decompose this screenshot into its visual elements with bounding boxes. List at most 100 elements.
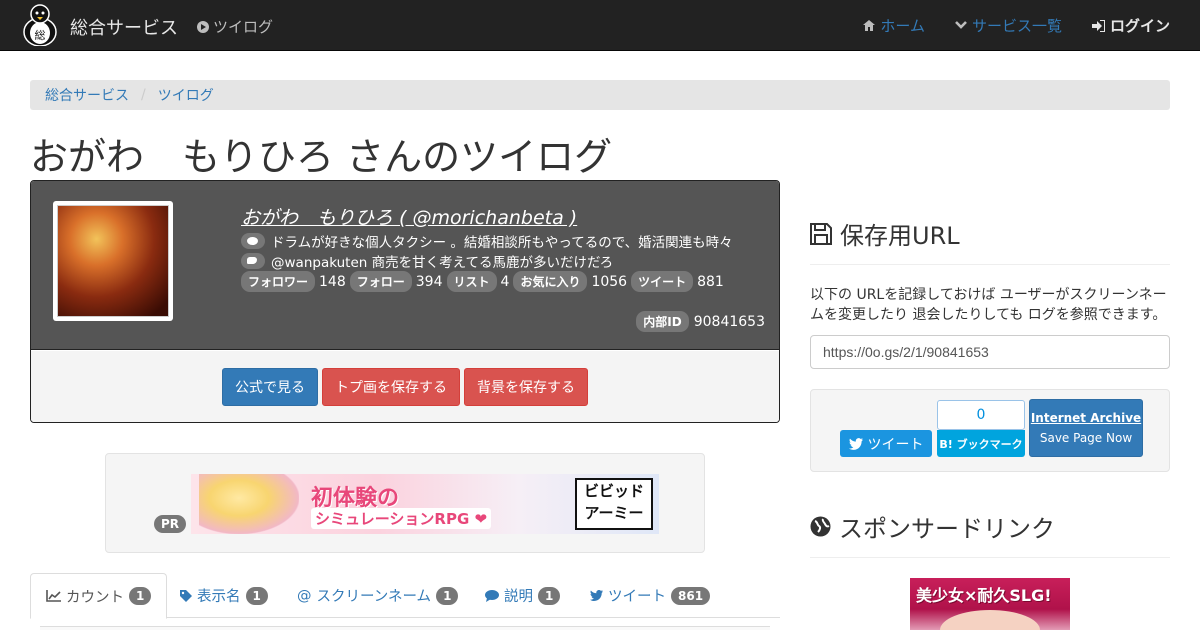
- ad-banner-logo: ビビッド アーミー: [575, 478, 653, 530]
- tab-screen-name-label: スクリーンネーム: [316, 589, 432, 605]
- tab-description-badge: 1: [538, 586, 561, 605]
- save-url-divider: [810, 264, 1170, 265]
- tab-count-badge: 1: [129, 587, 152, 605]
- profile-latest-tweet: @wanpakuten 商売を甘く考えてる馬鹿が多いだけだろ: [241, 251, 613, 271]
- save-url-heading: 保存用URL: [810, 216, 960, 251]
- log-tabs: カウント 1 表示名 1 @ スクリーンネーム 1 説明 1 ツイート 861: [30, 573, 780, 619]
- sponsor-heading: スポンサードリンク: [810, 509, 1055, 544]
- sidebar-ad-text: 美少女×耐久SLG!: [916, 586, 1052, 605]
- tab-screen-name-badge: 1: [436, 586, 459, 605]
- nav-tweetlog-link[interactable]: ツイログ: [197, 16, 273, 37]
- pr-badge: PR: [154, 515, 187, 533]
- pr-ad-box: PR 初体験の シミュレーションRPG ❤ ビビッド アーミー: [105, 453, 705, 553]
- count-table: [40, 626, 770, 630]
- comment-icon: [241, 233, 265, 249]
- sponsor-divider: [810, 557, 1170, 558]
- stat-following-label: フォロー: [349, 271, 412, 292]
- ad-banner-line2: シミュレーションRPG ❤: [311, 508, 492, 529]
- breadcrumb: 総合サービス / ツイログ: [30, 80, 1170, 110]
- floppy-disk-icon: [810, 222, 832, 245]
- nav-services-label: サービス一覧: [971, 17, 1062, 35]
- stat-favorites-value: 1056: [591, 273, 628, 290]
- tab-display-name-badge: 1: [245, 586, 268, 605]
- tab-screen-name[interactable]: @ スクリーンネーム 1: [282, 573, 473, 618]
- tag-icon: [180, 589, 192, 602]
- nav-services[interactable]: サービス一覧: [955, 15, 1062, 36]
- chevron-circle-right-icon: [197, 20, 209, 33]
- hatena-bookmark-button[interactable]: B! ブックマーク: [937, 430, 1025, 457]
- profile-name-link[interactable]: おがわ もりひろ ( @morichanbeta ): [241, 203, 577, 230]
- save-background-button[interactable]: 背景を保存する: [464, 368, 588, 406]
- avatar-image: [57, 205, 169, 317]
- view-official-button[interactable]: 公式で見る: [222, 368, 318, 406]
- at-sign-icon: @: [297, 587, 312, 604]
- tweet-button-label: ツイート: [867, 436, 924, 453]
- breadcrumb-home[interactable]: 総合サービス: [45, 85, 129, 105]
- nav-login-label: ログイン: [1109, 17, 1170, 35]
- save-url-heading-text: 保存用URL: [840, 222, 960, 250]
- profile-bio: ドラムが好きな個人タクシー 。結婚相談所もやってるので、婚活関連も時々: [241, 231, 733, 251]
- tab-tweets[interactable]: ツイート 861: [575, 573, 725, 618]
- stat-favorites-label: お気に入り: [513, 271, 588, 292]
- globe-icon: [810, 516, 831, 537]
- nav-home[interactable]: ホーム: [863, 15, 925, 36]
- nav-login[interactable]: ログイン: [1091, 15, 1170, 36]
- ad-character-image: [199, 474, 299, 534]
- share-box: ツイート 0 B! ブックマーク Internet Archive Save P…: [810, 389, 1170, 472]
- nav-home-label: ホーム: [880, 17, 925, 35]
- sidebar-ad-image: [940, 610, 1040, 630]
- stat-followers-value: 148: [319, 273, 346, 290]
- svg-text:総: 総: [35, 28, 46, 42]
- penguin-logo-icon[interactable]: 総: [19, 2, 61, 46]
- internet-archive-title: Internet Archive: [1030, 411, 1142, 425]
- breadcrumb-current[interactable]: ツイログ: [158, 85, 214, 105]
- internal-id-label: 内部ID: [636, 311, 689, 332]
- twitter-icon: [590, 590, 603, 601]
- avatar[interactable]: [53, 201, 173, 321]
- stat-followers-label: フォロワー: [241, 271, 316, 292]
- save-url-field[interactable]: [810, 335, 1170, 369]
- ad-banner[interactable]: 初体験の シミュレーションRPG ❤ ビビッド アーミー: [191, 474, 659, 534]
- tweet-button[interactable]: ツイート: [840, 430, 932, 457]
- tab-display-name-label: 表示名: [197, 589, 241, 605]
- nav-right: ホーム サービス一覧 ログイン: [863, 0, 1170, 51]
- nav-tweetlog-label: ツイログ: [213, 18, 274, 36]
- profile-stats: フォロワー 148 フォロー 394 リスト 4 お気に入り 1056 ツイート…: [241, 271, 724, 292]
- profile-header: おがわ もりひろ ( @morichanbeta ) ドラムが好きな個人タクシー…: [31, 181, 779, 350]
- tab-description[interactable]: 説明 1: [470, 573, 575, 618]
- stat-tweets-value: 881: [697, 273, 724, 290]
- tab-tweets-label: ツイート: [608, 589, 666, 605]
- twitter-icon: [241, 253, 265, 269]
- twitter-icon: [848, 437, 863, 450]
- stat-lists-label: リスト: [446, 271, 497, 292]
- breadcrumb-separator: /: [141, 87, 146, 103]
- brand-link[interactable]: 総合サービス: [70, 14, 178, 40]
- profile-panel: おがわ もりひろ ( @morichanbeta ) ドラムが好きな個人タクシー…: [30, 180, 780, 423]
- internet-archive-button[interactable]: Internet Archive Save Page Now: [1029, 399, 1143, 457]
- sidebar-ad-banner[interactable]: 美少女×耐久SLG!: [910, 578, 1070, 630]
- sign-in-icon: [1091, 19, 1105, 32]
- top-navbar: 総 総合サービス ツイログ ホーム サービス一覧 ログイン: [0, 0, 1200, 51]
- internet-archive-sub: Save Page Now: [1039, 431, 1133, 445]
- tab-display-name[interactable]: 表示名 1: [165, 573, 283, 618]
- stat-lists-value: 4: [500, 273, 510, 290]
- tab-count[interactable]: カウント 1: [30, 573, 168, 619]
- page-title: おがわ もりひろ さんのツイログ: [30, 135, 613, 179]
- internal-id-value: 90841653: [693, 313, 765, 330]
- tab-tweets-badge: 861: [671, 586, 711, 605]
- latest-tweet-text: @wanpakuten 商売を甘く考えてる馬鹿が多いだけだろ: [271, 255, 614, 271]
- tab-description-label: 説明: [504, 589, 533, 605]
- line-chart-icon: [46, 590, 61, 602]
- home-icon: [863, 20, 876, 31]
- save-url-description: 以下の URLを記録しておけば ユーザーがスクリーンネームを変更したり 退会した…: [810, 287, 1167, 323]
- chevron-down-icon: [955, 21, 967, 29]
- stat-tweets-label: ツイート: [631, 271, 694, 292]
- hatena-bookmark-count: 0: [937, 400, 1025, 430]
- sponsor-heading-text: スポンサードリンク: [839, 515, 1055, 543]
- internal-id: 内部ID 90841653: [636, 311, 765, 332]
- save-avatar-button[interactable]: トプ画を保存する: [322, 368, 460, 406]
- stat-following-value: 394: [415, 273, 443, 290]
- profile-bio-text: ドラムが好きな個人タクシー 。結婚相談所もやってるので、婚活関連も時々: [271, 235, 733, 251]
- comment-icon: [485, 589, 499, 602]
- tab-count-label: カウント: [66, 589, 124, 606]
